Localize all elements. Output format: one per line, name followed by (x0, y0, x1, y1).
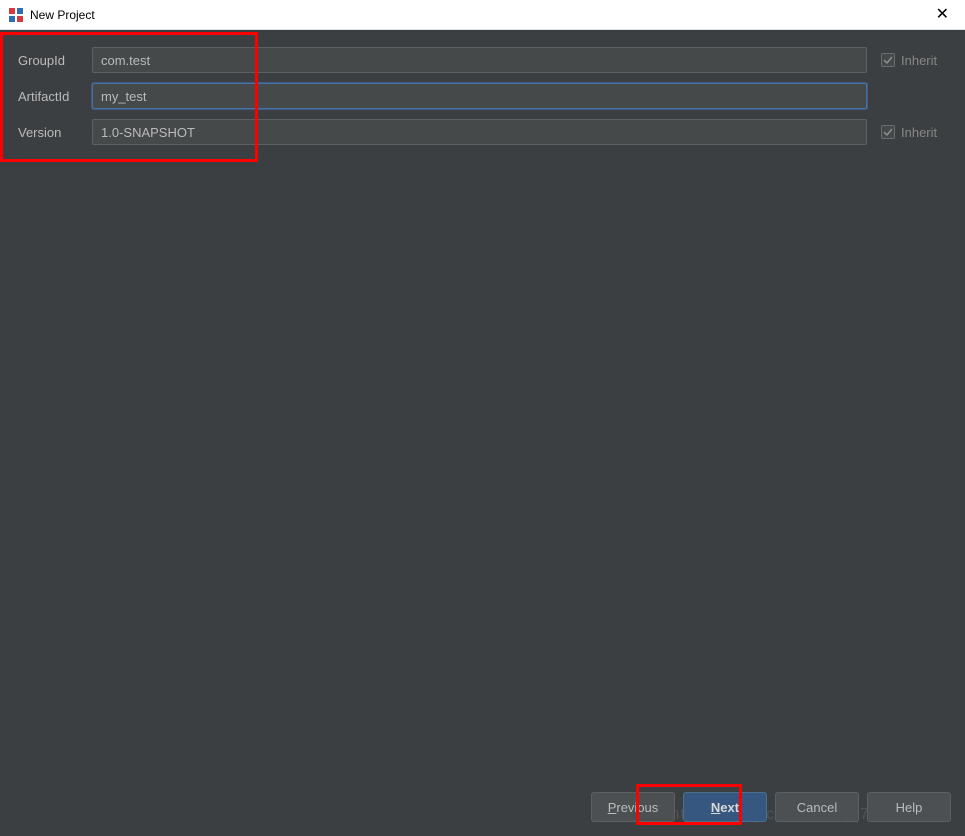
window-title: New Project (30, 8, 928, 22)
next-button[interactable]: Next (683, 792, 767, 822)
groupid-label: GroupId (14, 53, 92, 68)
groupid-inherit[interactable]: Inherit (881, 53, 951, 68)
close-icon[interactable]: ✕ (928, 3, 957, 27)
groupid-row: GroupId Inherit (14, 46, 951, 74)
inherit-label: Inherit (901, 53, 937, 68)
button-bar: Previous Next Cancel Help (591, 792, 951, 822)
titlebar: New Project ✕ (0, 0, 965, 30)
version-row: Version Inherit (14, 118, 951, 146)
version-inherit[interactable]: Inherit (881, 125, 951, 140)
cancel-button[interactable]: Cancel (775, 792, 859, 822)
artifactid-input[interactable] (92, 83, 867, 109)
app-icon (8, 7, 24, 23)
inherit-label: Inherit (901, 125, 937, 140)
previous-button[interactable]: Previous (591, 792, 675, 822)
version-input[interactable] (92, 119, 867, 145)
help-button[interactable]: Help (867, 792, 951, 822)
artifactid-row: ArtifactId (14, 82, 951, 110)
version-label: Version (14, 125, 92, 140)
groupid-input[interactable] (92, 47, 867, 73)
checkbox-icon (881, 125, 895, 139)
artifactid-label: ArtifactId (14, 89, 92, 104)
checkbox-icon (881, 53, 895, 67)
form-area: GroupId Inherit ArtifactId Version (0, 30, 965, 170)
dialog-content: GroupId Inherit ArtifactId Version (0, 30, 965, 836)
